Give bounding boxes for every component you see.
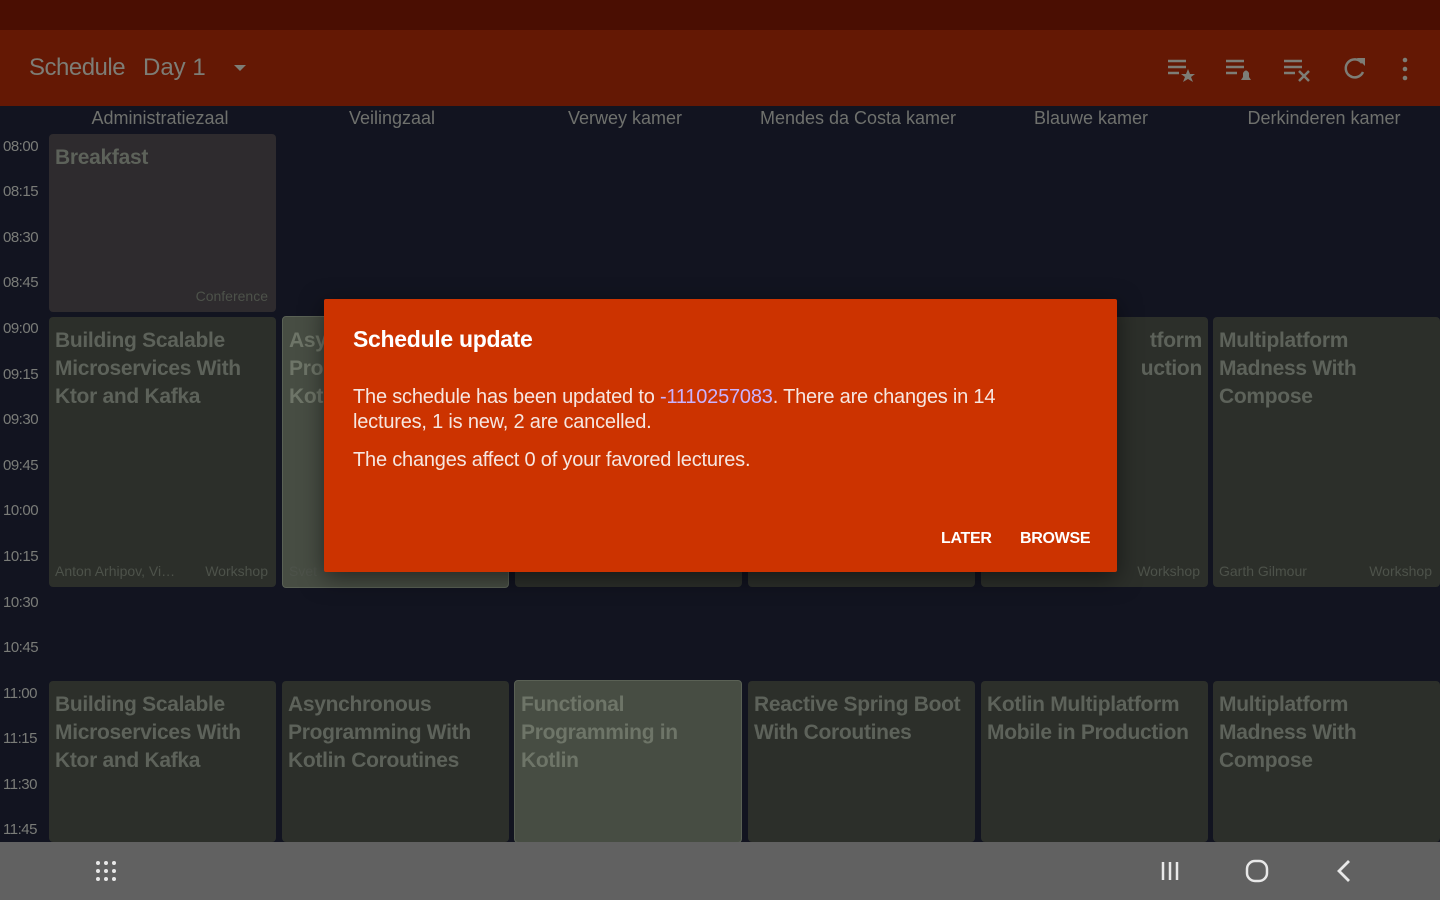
session-speaker: Anton Arhipov, Vi… [55, 563, 176, 579]
session-track: Workshop [1369, 563, 1432, 579]
starred-list-icon[interactable] [1166, 54, 1196, 84]
room-header: Administratiezaal Veilingzaal Verwey kam… [0, 106, 1440, 134]
session-title: Breakfast [55, 146, 149, 169]
toolbar-title: Schedule [29, 54, 126, 81]
navigation-bar [0, 842, 1440, 900]
browse-button[interactable]: BROWSE [1020, 530, 1091, 548]
toolbar: Schedule Day 1 [0, 30, 1440, 106]
session-title: Asynchronous Programming With Kotlin Cor… [288, 693, 471, 772]
session-card[interactable]: Building Scalable Microservices With Kto… [49, 681, 276, 842]
refresh-icon[interactable] [1339, 54, 1369, 84]
session-track: Conference [195, 288, 268, 304]
time-label: 11:45 [3, 821, 37, 838]
dialog-message-favored: The changes affect 0 of your favored lec… [353, 449, 751, 471]
session-card-favored[interactable]: Functional Programming in Kotlin [514, 680, 742, 843]
room-label: Blauwe kamer [1033, 108, 1149, 128]
session-card[interactable]: Multiplatform Madness With Compose Garth… [1213, 317, 1440, 587]
time-label: 10:15 [3, 548, 39, 565]
session-title: Multiplatform Madness With Compose [1219, 329, 1357, 408]
alarm-list-icon[interactable] [1224, 54, 1254, 84]
room-label: Derkinderen kamer [1247, 108, 1401, 128]
session-title: Kotlin Multiplatform Mobile in Productio… [987, 693, 1189, 744]
recents-icon[interactable] [1155, 856, 1185, 886]
time-label: 11:00 [3, 685, 37, 702]
time-label: 09:30 [3, 411, 39, 428]
dropdown-caret-icon[interactable] [234, 65, 246, 71]
session-title: Functional Programming in Kotlin [521, 693, 678, 772]
back-icon[interactable] [1330, 856, 1360, 886]
room-label: Veilingzaal [348, 108, 436, 128]
session-track: Workshop [1137, 563, 1200, 579]
dialog-title: Schedule update [353, 326, 533, 352]
time-label: 10:00 [3, 502, 39, 519]
status-bar [0, 0, 1440, 30]
session-card[interactable]: Kotlin Multiplatform Mobile in Productio… [981, 681, 1208, 842]
later-button[interactable]: LATER [941, 530, 992, 548]
day-selector[interactable]: Day 1 [143, 54, 206, 82]
time-label: 11:30 [3, 776, 37, 793]
room-label: Administratiezaal [91, 108, 229, 128]
session-card-breakfast[interactable]: Breakfast Conference [49, 134, 276, 312]
version-link[interactable]: -1110257083 [660, 386, 773, 408]
time-label: 08:15 [3, 183, 39, 200]
dialog-message-prefix: The schedule has been updated to [353, 386, 660, 408]
session-track: Workshop [205, 563, 268, 579]
more-vert-icon[interactable] [1390, 54, 1420, 84]
session-speaker: Garth Gilmour [1219, 563, 1307, 579]
session-title: Building Scalable Microservices With Kto… [55, 329, 241, 408]
time-label: 09:00 [3, 320, 39, 337]
time-label: 11:15 [3, 730, 37, 747]
home-icon[interactable] [1242, 856, 1272, 886]
time-label: 08:45 [3, 274, 39, 291]
time-label: 10:30 [3, 594, 39, 611]
apps-grid-icon[interactable] [91, 856, 121, 886]
session-speaker: Svet [289, 563, 318, 579]
time-label: 10:45 [3, 639, 39, 656]
time-label: 09:45 [3, 457, 39, 474]
session-card[interactable]: Reactive Spring Boot With Coroutines [748, 681, 975, 842]
room-label: Verwey kamer [567, 108, 683, 128]
session-card[interactable]: Building Scalable Microservices With Kto… [49, 317, 276, 587]
session-card[interactable]: Asynchronous Programming With Kotlin Cor… [282, 681, 509, 842]
schedule-update-dialog: Schedule update The schedule has been up… [324, 299, 1117, 572]
time-label: 08:00 [3, 138, 39, 155]
session-card[interactable]: Multiplatform Madness With Compose [1213, 681, 1440, 842]
session-title: Building Scalable Microservices With Kto… [55, 693, 241, 772]
clear-list-icon[interactable] [1282, 54, 1312, 84]
session-title: Reactive Spring Boot With Coroutines [754, 693, 961, 744]
time-label: 08:30 [3, 229, 39, 246]
time-label: 09:15 [3, 366, 39, 383]
room-label: Mendes da Costa kamer [759, 108, 957, 128]
dialog-message: The schedule has been updated to -111025… [353, 385, 1073, 435]
session-title: Multiplatform Madness With Compose [1219, 693, 1357, 772]
